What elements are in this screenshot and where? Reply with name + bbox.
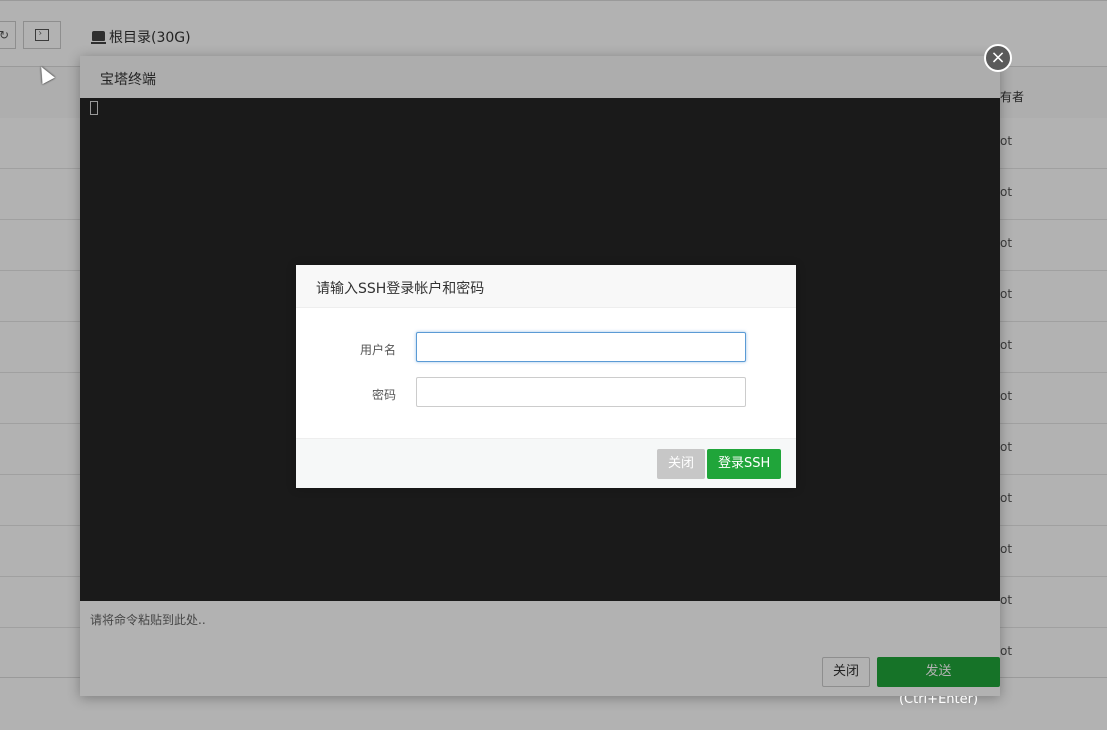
ssh-dialog-title: 请输入SSH登录帐户和密码: [316, 281, 485, 297]
ssh-dialog-footer: 关闭 登录SSH: [296, 438, 796, 488]
password-label: 密码: [371, 388, 396, 402]
ssh-login-dialog: 请输入SSH登录帐户和密码 用户名 密码 关闭 登录SSH: [296, 265, 796, 488]
ssh-close-button[interactable]: 关闭: [657, 449, 706, 479]
ssh-dialog-title-bar[interactable]: 请输入SSH登录帐户和密码: [296, 265, 796, 308]
password-input[interactable]: [416, 377, 746, 407]
close-icon[interactable]: ×: [984, 44, 1012, 72]
screen: ↻ 根目录(30G) 有者 ot ot ot ot ot ot ot ot ot ot ot 宝塔终…: [0, 0, 1107, 730]
ssh-login-button[interactable]: 登录SSH: [707, 449, 782, 479]
username-input[interactable]: [416, 332, 746, 362]
username-label: 用户名: [359, 343, 396, 357]
